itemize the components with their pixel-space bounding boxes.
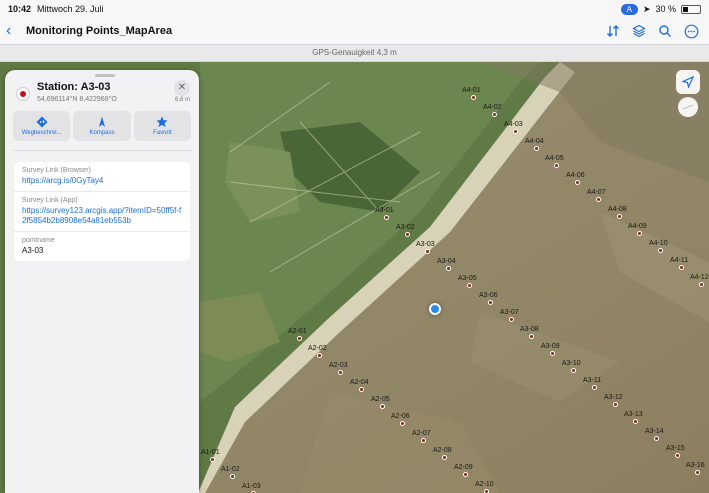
- panel-grabber[interactable]: [95, 74, 115, 77]
- compass-icon: [98, 116, 105, 127]
- map-point[interactable]: A4-01: [462, 87, 481, 100]
- action-buttons: Wegbeschrei... Kompass Favorit: [13, 111, 191, 141]
- nav-actions: [605, 23, 699, 39]
- map-point[interactable]: A3-02: [396, 224, 415, 237]
- map-point[interactable]: A3-08: [520, 326, 539, 339]
- location-arrow-icon: ➤: [642, 3, 651, 14]
- map-point[interactable]: A3-14: [645, 428, 664, 441]
- map-point[interactable]: A3-13: [624, 411, 643, 424]
- map-point[interactable]: A3-05: [458, 275, 477, 288]
- battery-percent: 30 %: [655, 4, 676, 14]
- map-point[interactable]: A3-06: [479, 292, 498, 305]
- compass-button[interactable]: [678, 97, 698, 117]
- map-point[interactable]: A3-04: [437, 258, 456, 271]
- map-point[interactable]: A3-09: [541, 343, 560, 356]
- divider: [13, 150, 191, 151]
- field-row: Survey Link (App) https://survey123.arcg…: [14, 192, 190, 232]
- map-title: Monitoring Points_MapArea: [26, 25, 173, 37]
- station-title: Station: A3-03: [37, 81, 111, 93]
- map-point[interactable]: A4-04: [525, 138, 544, 151]
- map-point[interactable]: A2-10: [475, 481, 494, 493]
- search-icon[interactable]: [657, 23, 673, 39]
- back-button[interactable]: ‹: [6, 22, 24, 40]
- map-point[interactable]: A2-09: [454, 464, 473, 477]
- map-point[interactable]: A2-05: [371, 396, 390, 409]
- station-coordinates: 54,696114°N 8,422968°O: [37, 96, 117, 103]
- field-label: Survey Link (Browser): [22, 167, 91, 174]
- sort-icon[interactable]: [605, 23, 621, 39]
- clock: 10:42: [8, 4, 32, 14]
- map-point[interactable]: A2-01: [288, 328, 307, 341]
- layers-icon[interactable]: [631, 23, 647, 39]
- map-point[interactable]: A4-02: [483, 104, 502, 117]
- map-point[interactable]: A2-08: [433, 447, 452, 460]
- map-point[interactable]: A3-10: [562, 360, 581, 373]
- map-point[interactable]: A3-12: [604, 394, 623, 407]
- map-point[interactable]: A4-11: [670, 257, 688, 270]
- status-icons: A ➤ 30 %: [620, 3, 701, 15]
- current-location-marker: [429, 303, 441, 315]
- map-point[interactable]: A1-01: [201, 449, 220, 462]
- map-point[interactable]: A4-10: [649, 240, 668, 253]
- map-point[interactable]: A4-06: [566, 172, 585, 185]
- map-point[interactable]: A3-01: [375, 207, 394, 220]
- compass-action-button[interactable]: Kompass: [73, 111, 131, 141]
- map-point[interactable]: A4-07: [587, 189, 606, 202]
- favorite-button[interactable]: Favorit: [133, 111, 191, 141]
- map-point[interactable]: A4-08: [608, 206, 627, 219]
- battery-icon: [681, 4, 701, 14]
- map-point[interactable]: A3-15: [666, 445, 685, 458]
- directions-button[interactable]: Wegbeschrei...: [13, 111, 71, 141]
- station-marker-icon: [16, 87, 30, 101]
- location-arrow-icon: [682, 76, 694, 88]
- gps-accuracy-bar: GPS-Genauigkeit 4,3 m: [0, 44, 709, 62]
- directions-icon: [36, 116, 48, 128]
- map-point[interactable]: A2-04: [350, 379, 369, 392]
- map-point[interactable]: A2-03: [329, 362, 348, 375]
- pointname-value: A3-03: [22, 246, 44, 255]
- station-detail-panel: Station: A3-03 54,696114°N 8,422968°O ✕ …: [5, 70, 199, 493]
- field-row: Survey Link (Browser) https://arcg.is/0G…: [14, 162, 190, 192]
- map-point[interactable]: A3-07: [500, 309, 519, 322]
- map-point[interactable]: A4-09: [628, 223, 647, 236]
- map-point[interactable]: A3-11: [583, 377, 601, 390]
- status-pill: A: [620, 3, 638, 15]
- map-point[interactable]: A1-02: [221, 466, 240, 479]
- locate-button[interactable]: [676, 70, 700, 94]
- compass-needle-icon: [682, 104, 694, 110]
- status-bar: 10:42 Mittwoch 29. Juli A ➤ 30 %: [0, 0, 709, 18]
- map-point[interactable]: A1-03: [242, 483, 261, 493]
- date: Mittwoch 29. Juli: [37, 4, 104, 14]
- navigation-bar: ‹ Monitoring Points_MapArea: [0, 18, 709, 44]
- survey-app-link[interactable]: https://survey123.arcgis.app/?itemID=50f…: [22, 206, 182, 226]
- map-point[interactable]: A3-16: [686, 462, 705, 475]
- map-point[interactable]: A2-02: [308, 345, 327, 358]
- map-point[interactable]: A2-07: [412, 430, 431, 443]
- more-icon[interactable]: [683, 23, 699, 39]
- map-point[interactable]: A4-03: [504, 121, 523, 134]
- star-icon: [156, 116, 168, 127]
- field-label: pointname: [22, 237, 55, 244]
- field-row: pointname A3-03: [14, 232, 190, 261]
- map-point[interactable]: A4-05: [545, 155, 564, 168]
- survey-browser-link[interactable]: https://arcg.is/0GyTay4: [22, 176, 182, 186]
- field-label: Survey Link (App): [22, 197, 78, 204]
- map-point[interactable]: A2-06: [391, 413, 410, 426]
- station-distance: 6,8 m: [175, 97, 191, 103]
- attributes-card: Survey Link (Browser) https://arcg.is/0G…: [14, 162, 190, 261]
- map-point[interactable]: A4-12: [690, 274, 709, 287]
- map-point[interactable]: A3-03: [416, 241, 435, 254]
- close-button[interactable]: ✕: [174, 80, 190, 96]
